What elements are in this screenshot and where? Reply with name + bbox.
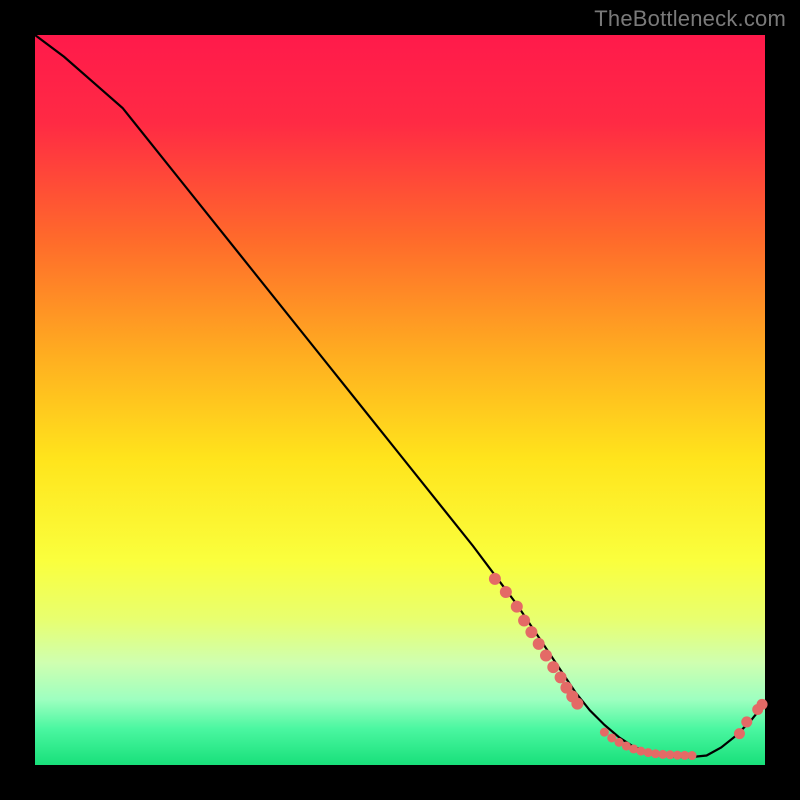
plot-area [35,35,765,765]
marker-dots [489,573,768,760]
chart-overlay [35,35,765,765]
chart-frame: TheBottleneck.com [0,0,800,800]
watermark-text: TheBottleneck.com [594,6,786,32]
curve-line [35,35,765,757]
